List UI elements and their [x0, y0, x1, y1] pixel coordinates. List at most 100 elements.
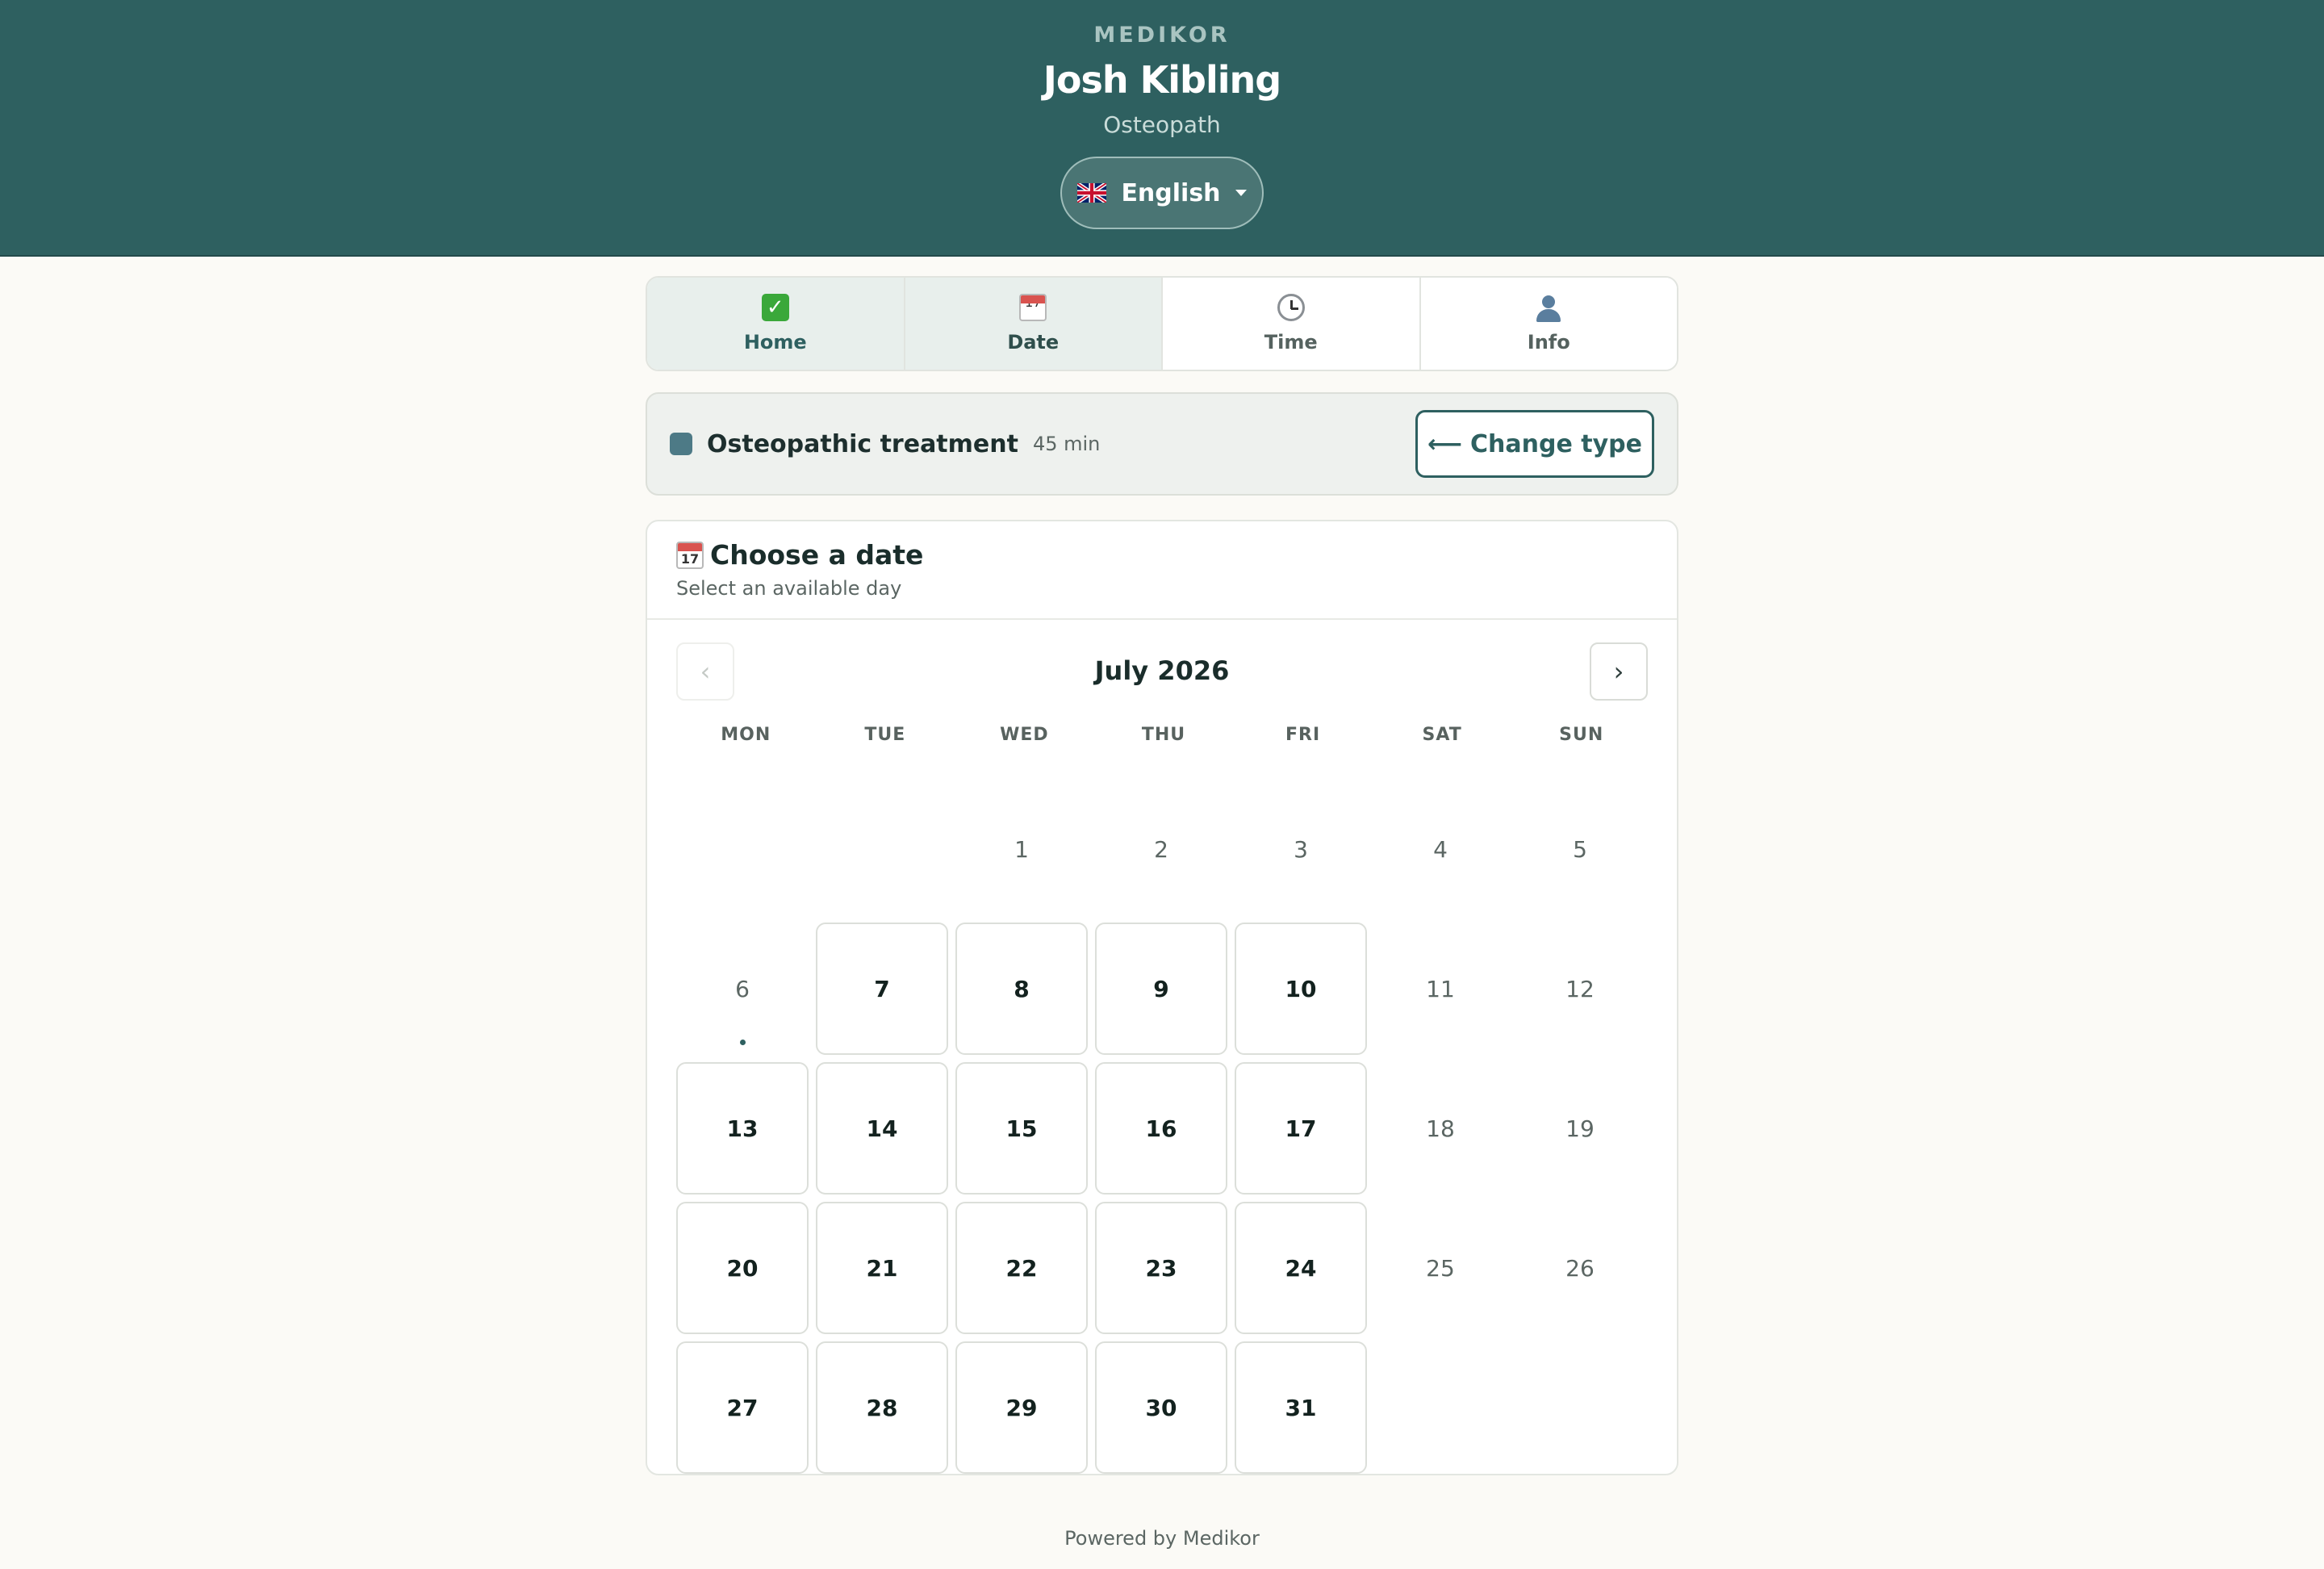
day-number: 25	[1426, 1254, 1455, 1282]
day-number: 7	[874, 975, 890, 1002]
day-button[interactable]: 13	[676, 1062, 809, 1195]
weekday-fri: FRI	[1285, 725, 1321, 745]
appointment-duration: 45 min	[1032, 433, 1101, 455]
step-home[interactable]: ✓ Home	[647, 278, 905, 370]
step-home-label: Home	[743, 331, 807, 354]
step-info[interactable]: Info	[1420, 278, 1677, 370]
step-date-label: Date	[1007, 331, 1060, 354]
chevron-down-icon	[1235, 190, 1247, 196]
day-number: 20	[726, 1254, 759, 1282]
calendar-icon: 17	[1019, 294, 1047, 326]
day-button[interactable]: 9	[1095, 923, 1227, 1055]
appointment-color-swatch	[670, 433, 692, 455]
weekday-header: MON TUE WED THU FRI SAT SUN	[676, 725, 1651, 745]
day-button[interactable]: 22	[955, 1202, 1088, 1334]
clock-icon	[1277, 294, 1305, 326]
day-number: 10	[1285, 975, 1317, 1002]
chevron-right-icon: ›	[1613, 656, 1624, 687]
day-number: 6	[735, 975, 750, 1002]
step-date[interactable]: 17 Date	[905, 278, 1163, 370]
day-unavailable: 5	[1514, 783, 1646, 915]
day-unavailable: 1	[955, 783, 1088, 915]
practitioner-role: Osteopath	[1103, 111, 1221, 138]
language-label: English	[1121, 178, 1221, 207]
day-unavailable: 11	[1374, 923, 1507, 1055]
day-number: 23	[1145, 1254, 1177, 1282]
day-button[interactable]: 16	[1095, 1062, 1227, 1195]
weekday-sat: SAT	[1422, 725, 1462, 745]
day-unavailable: 19	[1514, 1062, 1646, 1195]
date-picker-header: 17 Choose a date Select an available day	[647, 521, 1677, 620]
day-button[interactable]: 20	[676, 1202, 809, 1334]
day-number: 16	[1145, 1115, 1177, 1142]
booking-steps: ✓ Home 17 Date Time Info	[646, 276, 1678, 371]
day-button[interactable]: 31	[1235, 1341, 1367, 1474]
chevron-left-icon: ‹	[700, 656, 711, 687]
day-number: 15	[1005, 1115, 1038, 1142]
day-number: 21	[866, 1254, 898, 1282]
day-button[interactable]: 21	[816, 1202, 948, 1334]
day-button[interactable]: 10	[1235, 923, 1367, 1055]
day-number: 22	[1005, 1254, 1038, 1282]
day-number: 18	[1426, 1115, 1455, 1142]
day-number: 29	[1005, 1394, 1038, 1421]
date-picker-title-text: Choose a date	[710, 539, 924, 571]
day-number: 8	[1014, 975, 1030, 1002]
change-type-label: Change type	[1470, 429, 1642, 458]
day-number: 26	[1565, 1254, 1595, 1282]
weekday-mon: MON	[721, 725, 771, 745]
calendar-blank-cell	[676, 783, 809, 915]
weekday-sun: SUN	[1559, 725, 1604, 745]
day-number: 5	[1573, 835, 1587, 863]
day-button[interactable]: 24	[1235, 1202, 1367, 1334]
day-unavailable: 3	[1235, 783, 1367, 915]
day-unavailable: 6	[676, 923, 809, 1055]
day-number: 12	[1565, 975, 1595, 1002]
date-picker-card: 17 Choose a date Select an available day…	[646, 520, 1678, 1475]
calendar-grid: 1 2 3 4 5 6 7 8 9 10 11 12 13 14 15 16 17 18 19 20 21 22 23 24 2…	[676, 783, 1651, 1474]
selected-appointment-type: Osteopathic treatment 45 min ⟵ Change ty…	[646, 392, 1678, 496]
day-number: 3	[1294, 835, 1308, 863]
language-selector[interactable]: English	[1060, 157, 1264, 229]
day-number: 19	[1565, 1115, 1595, 1142]
day-button[interactable]: 15	[955, 1062, 1088, 1195]
day-number: 28	[866, 1394, 898, 1421]
today-indicator-dot	[740, 1040, 746, 1045]
day-number: 9	[1153, 975, 1169, 1002]
step-info-label: Info	[1527, 331, 1570, 354]
calendar-icon: 17	[676, 541, 704, 569]
day-unavailable: 12	[1514, 923, 1646, 1055]
check-icon: ✓	[761, 294, 789, 326]
day-unavailable: 26	[1514, 1202, 1646, 1334]
day-button[interactable]: 27	[676, 1341, 809, 1474]
calendar-blank-cell	[816, 783, 948, 915]
month-label: July 2026	[1094, 655, 1230, 686]
day-button[interactable]: 30	[1095, 1341, 1227, 1474]
day-number: 31	[1285, 1394, 1317, 1421]
day-number: 27	[726, 1394, 759, 1421]
arrow-left-icon: ⟵	[1427, 429, 1463, 458]
day-number: 24	[1285, 1254, 1317, 1282]
step-time-label: Time	[1264, 331, 1318, 354]
weekday-tue: TUE	[864, 725, 906, 745]
day-number: 1	[1014, 835, 1029, 863]
day-number: 13	[726, 1115, 759, 1142]
date-picker-title: 17 Choose a date	[676, 539, 1648, 571]
day-number: 14	[866, 1115, 898, 1142]
day-number: 17	[1285, 1115, 1317, 1142]
day-number: 2	[1154, 835, 1168, 863]
next-month-button[interactable]: ›	[1590, 642, 1648, 701]
day-button[interactable]: 14	[816, 1062, 948, 1195]
day-number: 30	[1145, 1394, 1177, 1421]
day-button[interactable]: 8	[955, 923, 1088, 1055]
day-button[interactable]: 29	[955, 1341, 1088, 1474]
step-time[interactable]: Time	[1163, 278, 1421, 370]
day-button[interactable]: 17	[1235, 1062, 1367, 1195]
day-button[interactable]: 28	[816, 1341, 948, 1474]
footer-credit: Powered by Medikor	[1064, 1527, 1260, 1550]
day-number: 4	[1433, 835, 1448, 863]
previous-month-button[interactable]: ‹	[676, 642, 734, 701]
day-button[interactable]: 23	[1095, 1202, 1227, 1334]
day-button[interactable]: 7	[816, 923, 948, 1055]
change-type-button[interactable]: ⟵ Change type	[1415, 410, 1654, 478]
